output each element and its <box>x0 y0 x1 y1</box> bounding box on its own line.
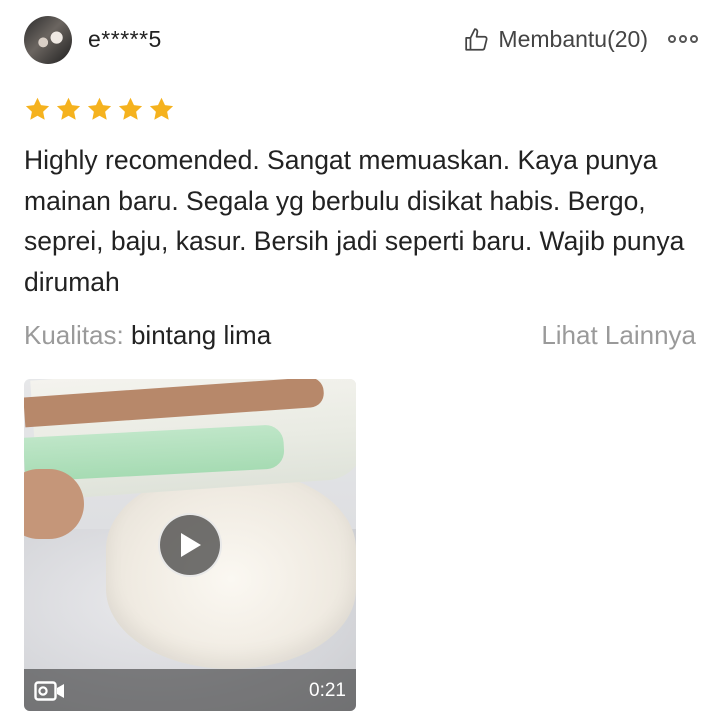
video-duration: 0:21 <box>309 680 346 701</box>
video-camera-icon <box>34 681 64 701</box>
thumbs-up-icon <box>465 27 488 51</box>
review-text: Highly recomended. Sangat memuaskan. Kay… <box>24 145 685 297</box>
reviewer-username: e*****5 <box>88 26 162 52</box>
star-rating <box>24 96 175 123</box>
star-icon <box>56 97 81 120</box>
review-video-thumbnail[interactable]: 0:21 <box>24 379 356 711</box>
play-icon[interactable] <box>158 513 222 577</box>
quality-label: Kualitas: <box>24 320 124 350</box>
star-icon <box>118 97 143 120</box>
see-more-link[interactable]: Lihat Lainnya <box>541 320 696 351</box>
quality-value: bintang lima <box>130 320 272 350</box>
star-icon <box>87 97 112 120</box>
video-info-bar: 0:21 <box>24 669 356 711</box>
video-frame-jar <box>106 469 356 669</box>
helpful-button[interactable]: Membantu(20) <box>464 26 648 53</box>
quality-row: Kualitas: bintang lima <box>24 320 271 351</box>
star-icon <box>25 97 50 120</box>
star-icon <box>149 97 174 120</box>
helpful-label: Membantu(20) <box>498 26 648 52</box>
avatar[interactable] <box>24 16 72 64</box>
more-options-icon[interactable] <box>668 30 698 48</box>
